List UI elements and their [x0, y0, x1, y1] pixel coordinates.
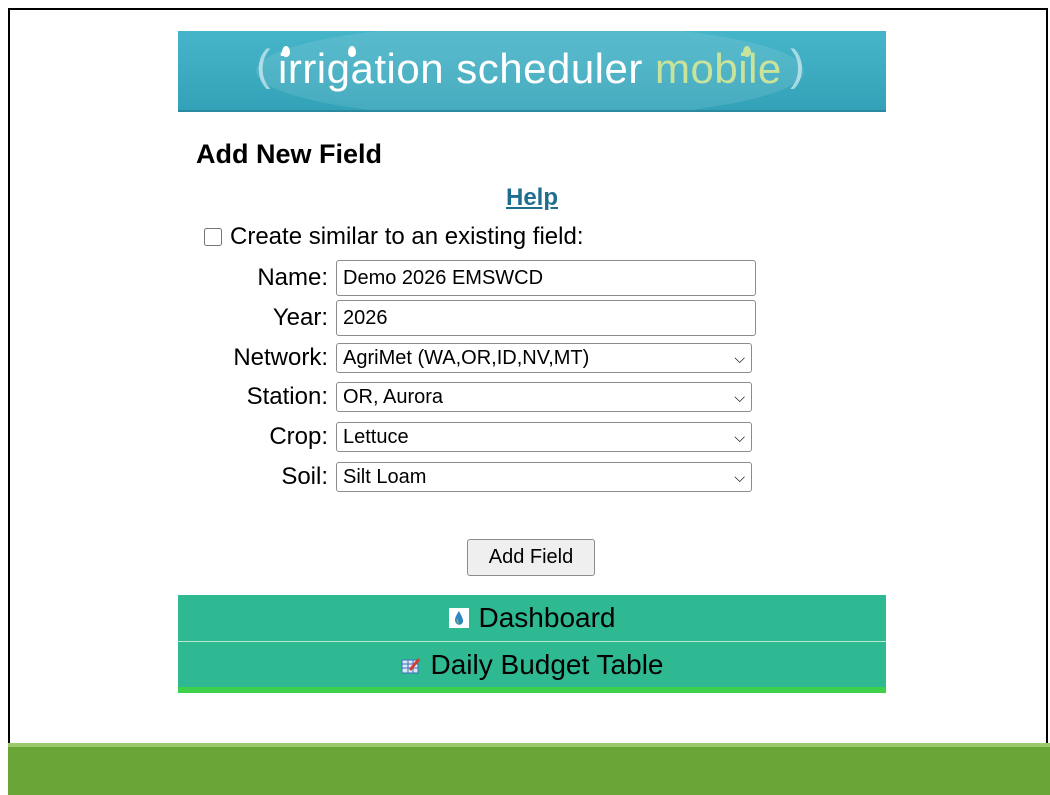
create-similar-checkbox[interactable]	[204, 228, 222, 246]
logo-word-irrigation: irrigation	[278, 45, 445, 92]
network-row: Network: AgriMet (WA,OR,ID,NV,MT) ⌵	[178, 341, 752, 375]
network-selected-value: AgriMet (WA,OR,ID,NV,MT)	[343, 346, 590, 369]
logo-word-scheduler: scheduler	[456, 45, 643, 92]
soil-selected-value: Silt Loam	[343, 465, 427, 488]
year-row: Year:	[178, 300, 756, 336]
create-similar-row: Create similar to an existing field:	[202, 223, 583, 251]
water-drop-icon	[448, 608, 469, 628]
crop-select[interactable]: Lettuce ⌵	[336, 422, 752, 452]
logo-drop-icon	[348, 46, 356, 57]
station-select[interactable]: OR, Aurora ⌵	[336, 382, 752, 412]
chevron-down-icon: ⌵	[734, 388, 745, 405]
app-banner: ( ) irrigation scheduler mobile	[178, 31, 886, 112]
app-container: ( ) irrigation scheduler mobile Add New …	[178, 31, 886, 693]
nav-daily-budget-table[interactable]: Daily Budget Table	[178, 642, 886, 687]
create-similar-label: Create similar to an existing field:	[230, 223, 584, 250]
station-row: Station: OR, Aurora ⌵	[178, 380, 752, 414]
nav-dashboard-label: Dashboard	[478, 602, 616, 633]
nav-dashboard[interactable]: Dashboard	[178, 595, 886, 641]
name-label: Name:	[257, 264, 328, 291]
soil-select[interactable]: Silt Loam ⌵	[336, 462, 752, 492]
crop-row: Crop: Lettuce ⌵	[178, 420, 752, 454]
logo-word-mobile: mobile	[655, 45, 782, 92]
year-input[interactable]	[336, 300, 756, 336]
banner-paren-right: )	[790, 41, 805, 90]
station-selected-value: OR, Aurora	[343, 385, 444, 408]
slide-footer-band	[8, 743, 1050, 795]
year-label: Year:	[272, 304, 328, 331]
nav-bottom-bar	[178, 687, 886, 693]
nav-daily-budget-label: Daily Budget Table	[430, 648, 664, 680]
soil-row: Soil: Silt Loam ⌵	[178, 460, 752, 494]
network-select[interactable]: AgriMet (WA,OR,ID,NV,MT) ⌵	[336, 343, 752, 373]
help-link[interactable]: Help	[178, 184, 886, 212]
page-title: Add New Field	[196, 139, 383, 169]
crop-selected-value: Lettuce	[343, 425, 409, 448]
chevron-down-icon: ⌵	[734, 468, 745, 485]
network-label: Network:	[233, 344, 328, 371]
station-label: Station:	[246, 383, 328, 410]
chevron-down-icon: ⌵	[734, 428, 745, 445]
logo-drop-icon	[282, 46, 290, 57]
banner-paren-left: (	[256, 41, 271, 90]
table-edit-icon	[401, 657, 420, 673]
crop-label: Crop:	[269, 423, 328, 450]
name-row: Name:	[178, 260, 756, 296]
logo-leaf-icon	[743, 46, 751, 57]
add-field-button[interactable]: Add Field	[467, 539, 595, 576]
chevron-down-icon: ⌵	[734, 349, 745, 366]
soil-label: Soil:	[281, 463, 328, 490]
name-input[interactable]	[336, 260, 756, 296]
